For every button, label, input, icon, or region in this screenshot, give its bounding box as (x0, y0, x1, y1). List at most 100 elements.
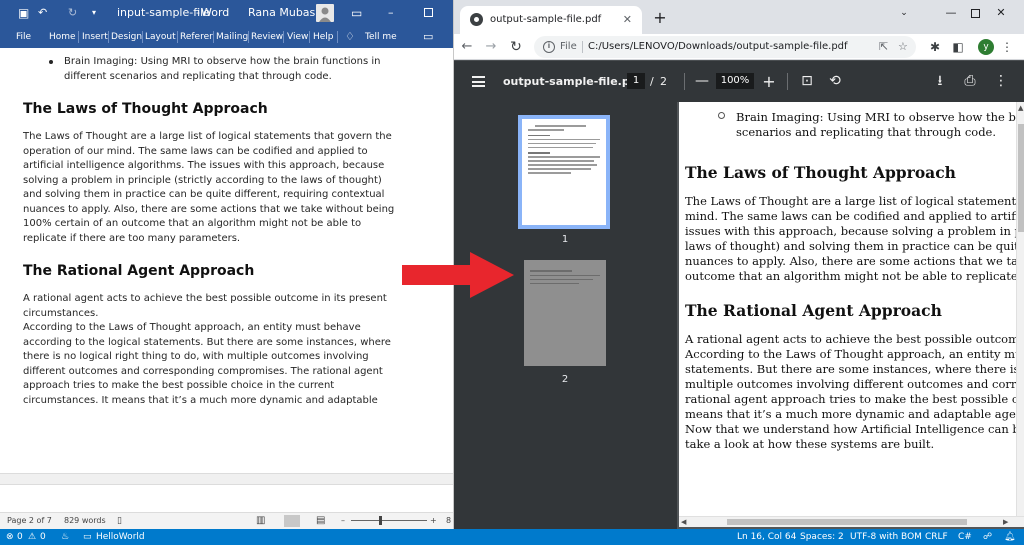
tab-mailings[interactable]: Mailing (216, 26, 248, 48)
tab-search-icon[interactable]: ⌄ (881, 0, 927, 26)
chrome-favicon-icon (470, 13, 483, 26)
url-scheme-label: File (560, 41, 577, 52)
scroll-left-arrow-icon[interactable]: ◀ (681, 518, 686, 526)
pdf-line: The Laws of Thought are a large list of … (685, 194, 1024, 208)
zoom-in-icon[interactable]: + (430, 513, 437, 529)
proofing-icon[interactable]: ▯ (117, 513, 122, 529)
tab-insert[interactable]: Insert (82, 26, 108, 48)
feedback-icon[interactable]: ☍ (983, 529, 992, 545)
pdf-line: statements. But there are some instances… (685, 362, 1024, 376)
warnings-count[interactable]: 0 (40, 529, 46, 545)
chrome-toolbar: ← → ↻ i File C:/Users/LENOVO/Downloads/o… (454, 34, 1024, 60)
scroll-right-arrow-icon[interactable]: ▶ (1003, 518, 1008, 526)
tell-me-search[interactable]: Tell me (365, 26, 397, 48)
zoom-slider-handle[interactable] (379, 516, 382, 525)
project-name[interactable]: HelloWorld (96, 529, 145, 545)
pdf-line: means that it’s a much more dynamic and … (685, 407, 1024, 421)
page-count[interactable]: Page 2 of 7 (7, 513, 52, 529)
info-icon[interactable]: i (543, 41, 555, 53)
back-icon[interactable]: ← (457, 34, 477, 60)
browser-tab[interactable]: output-sample-file.pdf ✕ (460, 6, 642, 34)
pdf-horizontal-scrollbar[interactable]: ◀ ▶ (679, 516, 1024, 527)
file-encoding[interactable]: UTF-8 with BOM (850, 529, 922, 545)
language-mode[interactable]: C# (958, 529, 972, 545)
word-status-bar: Page 2 of 7 829 words ▯ ▥ ▤ – + 8 (0, 513, 453, 529)
hamburger-menu-icon[interactable] (472, 76, 485, 87)
customize-qat-icon[interactable]: ▾ (92, 0, 96, 26)
user-avatar-icon[interactable] (316, 4, 334, 22)
pdf-document-view[interactable]: Brain Imaging: Using MRI to observe how … (677, 102, 1024, 529)
notifications-bell-icon[interactable]: 🔔︎ (1004, 529, 1015, 545)
pdf-page: Brain Imaging: Using MRI to observe how … (679, 102, 1024, 516)
word-app-name: Word (201, 6, 230, 19)
rotate-icon[interactable]: ⟲ (825, 61, 845, 102)
page-thumbnail-1[interactable] (518, 115, 610, 229)
zoom-in-icon[interactable]: + (759, 61, 779, 102)
word-document-canvas[interactable]: Brain Imaging: Using MRI to observe how … (0, 48, 453, 473)
web-layout-icon[interactable]: ▤ (316, 513, 325, 529)
cursor-position[interactable]: Ln 16, Col 64 (737, 529, 796, 545)
tab-file[interactable]: File (16, 26, 31, 48)
word-horizontal-scrollbar[interactable] (0, 473, 453, 485)
more-actions-icon[interactable]: ⋮ (991, 61, 1011, 102)
download-icon[interactable]: ⭳ (930, 61, 950, 102)
save-icon[interactable]: ▣ (18, 0, 29, 26)
errors-icon[interactable]: ⊗ (6, 529, 14, 545)
tab-home[interactable]: Home (49, 26, 76, 48)
word-count[interactable]: 829 words (64, 513, 106, 529)
line-ending[interactable]: CRLF (925, 529, 948, 545)
zoom-out-icon[interactable]: — (692, 61, 712, 102)
tab-help[interactable]: Help (313, 26, 334, 48)
forward-icon[interactable]: → (481, 34, 501, 60)
folder-icon: ▭ (83, 532, 92, 542)
zoom-level-partial[interactable]: 8 (446, 513, 451, 529)
page-thumbnail-2[interactable] (524, 260, 606, 366)
close-window-icon[interactable]: ✕ (978, 0, 1024, 26)
pdf-line: take a look at how these systems are bui… (685, 437, 935, 451)
bookmark-star-icon[interactable]: ☆ (898, 36, 908, 58)
tab-view[interactable]: View (287, 26, 308, 48)
ribbon-display-options-icon[interactable]: ▭ (351, 0, 362, 26)
new-tab-button[interactable]: + (648, 6, 672, 30)
warning-icon[interactable]: ⚠ (28, 529, 36, 545)
zoom-out-icon[interactable]: – (341, 513, 345, 529)
lightbulb-icon[interactable]: ♢ (345, 26, 355, 48)
pdf-line: mind. The same laws can be codified and … (685, 209, 1024, 223)
maximize-icon[interactable] (424, 8, 433, 17)
pdf-heading-laws-of-thought: The Laws of Thought Approach (685, 163, 956, 182)
print-icon[interactable]: ⎙ (960, 61, 980, 102)
pdf-bullet-dot (718, 112, 725, 119)
comments-icon[interactable]: ▭ (423, 26, 433, 48)
tab-design[interactable]: Design (111, 26, 142, 48)
undo-icon[interactable]: ↶ (38, 0, 47, 26)
tab-review[interactable]: Review (251, 26, 283, 48)
extensions-icon[interactable]: ✱ (927, 34, 943, 60)
vertical-scroll-thumb[interactable] (1018, 124, 1024, 232)
tab-references[interactable]: Referer (180, 26, 213, 48)
chrome-menu-icon[interactable]: ⋮ (1000, 34, 1014, 60)
scroll-up-arrow-icon[interactable]: ▲ (1018, 104, 1023, 112)
side-panel-icon[interactable]: ◧ (950, 34, 966, 60)
ribbon-divider (283, 31, 284, 43)
url-text[interactable]: C:/Users/LENOVO/Downloads/output-sample-… (588, 36, 848, 58)
redo-icon[interactable]: ↻ (68, 0, 77, 26)
flame-icon[interactable]: ♨ (61, 529, 69, 545)
close-tab-icon[interactable]: ✕ (623, 6, 632, 34)
horizontal-scroll-thumb[interactable] (727, 519, 967, 525)
reload-icon[interactable]: ↻ (506, 34, 526, 60)
page-number-input[interactable]: 1 (627, 73, 645, 89)
address-bar[interactable]: i File C:/Users/LENOVO/Downloads/output-… (534, 36, 916, 58)
read-mode-icon[interactable]: ▥ (256, 513, 265, 529)
share-icon[interactable]: ⇱ (879, 36, 888, 58)
pdf-vertical-scrollbar[interactable]: ▲ (1016, 102, 1024, 516)
ribbon-divider (248, 31, 249, 43)
zoom-slider[interactable] (351, 516, 427, 525)
fit-to-page-icon[interactable]: ⊡ (797, 61, 817, 102)
print-layout-icon[interactable] (284, 515, 300, 527)
profile-avatar[interactable]: y (978, 39, 994, 55)
zoom-level-input[interactable]: 100% (716, 73, 754, 89)
tab-layout[interactable]: Layout (145, 26, 176, 48)
errors-count[interactable]: 0 (17, 529, 23, 545)
minimize-icon[interactable]: – (388, 0, 394, 26)
indentation[interactable]: Spaces: 2 (800, 529, 844, 545)
